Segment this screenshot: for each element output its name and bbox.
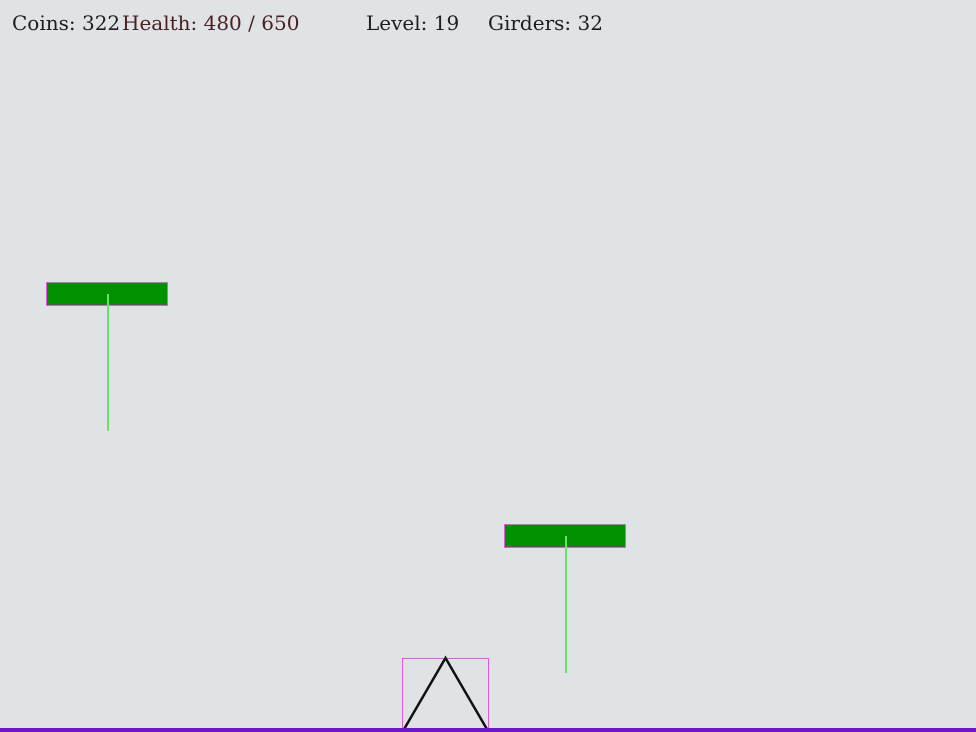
girder-tether bbox=[565, 536, 567, 673]
girder-tether bbox=[107, 294, 109, 431]
ground bbox=[0, 728, 976, 732]
level-indicator: Level: 19 bbox=[366, 11, 460, 35]
game-canvas[interactable]: Coins: 322 Health: 480 / 650 Level: 19 G… bbox=[0, 0, 976, 732]
health-counter: Health: 480 / 650 bbox=[122, 11, 300, 35]
triangle-icon bbox=[401, 655, 490, 732]
coins-counter: Coins: 322 bbox=[12, 11, 121, 35]
girders-counter: Girders: 32 bbox=[488, 11, 603, 35]
